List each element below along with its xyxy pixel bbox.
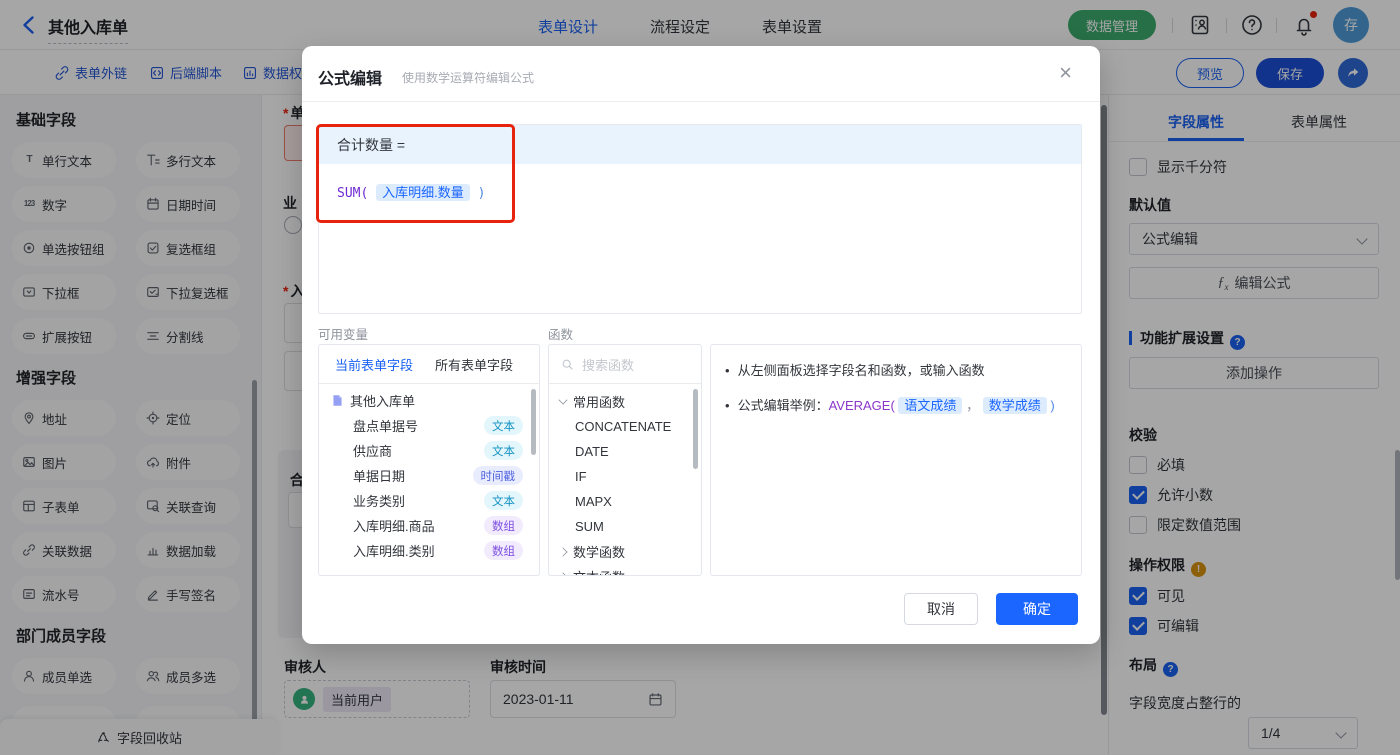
type-badge: 时间戳 [472,466,523,485]
tab-all-form-fields[interactable]: 所有表单字段 [435,355,513,374]
function-group-text[interactable]: 文本函数 [549,564,701,575]
formula-editor[interactable]: 合计数量 = SUM( 入库明细.数量 ) [318,124,1082,314]
function-item[interactable]: CONCATENATE [549,414,701,439]
example-token: 数学成绩 [982,397,1047,414]
tab-current-form-fields[interactable]: 当前表单字段 [335,355,413,374]
type-badge: 文本 [484,416,523,435]
functions-panel: 搜索函数 常用函数 CONCATENATE DATE IF MAPX SUM 数… [548,344,702,576]
variable-row[interactable]: 单据日期 时间戳 [319,463,539,488]
function-group-common[interactable]: 常用函数 [549,389,701,414]
formula-expression[interactable]: SUM( 入库明细.数量 ) [319,164,1081,219]
variable-row[interactable]: 业务类别 文本 [319,488,539,513]
function-name: SUM( [337,186,369,201]
tips-panel: • 从左侧面板选择字段名和函数，或输入函数 • 公式编辑举例：AVERAGE( 语… [710,344,1082,576]
formula-target-row: 合计数量 = [319,125,1081,164]
variable-row[interactable]: 盘点单据号 文本 [319,413,539,438]
function-group-math[interactable]: 数学函数 [549,539,701,564]
variables-label: 可用变量 [318,328,369,342]
cancel-button[interactable]: 取消 [904,593,978,625]
type-badge: 数组 [484,541,523,560]
function-item[interactable]: MAPX [549,489,701,514]
type-badge: 文本 [484,491,523,510]
tip-line-2: • 公式编辑举例：AVERAGE( 语文成绩 ， 数学成绩 ) [725,397,1055,414]
function-item[interactable]: IF [549,464,701,489]
document-icon [333,395,342,406]
function-search[interactable]: 搜索函数 [549,345,701,384]
variable-tabs: 当前表单字段 所有表单字段 [319,345,539,384]
function-item[interactable]: DATE [549,439,701,464]
modal-title: 公式编辑 [318,71,383,88]
functions-scrollbar[interactable] [693,389,698,469]
functions-label: 函数 [548,328,574,342]
confirm-button[interactable]: 确定 [996,593,1078,625]
variables-panel: 当前表单字段 所有表单字段 其他入库单 盘点单据号 文本 供应商 文本 单据日期 时间… [318,344,540,576]
close-icon[interactable]: × [1059,60,1072,86]
chevron-down-icon [558,395,568,405]
modal-subtitle: 使用数学运算符编辑公式 [402,71,535,85]
formula-editor-modal: 公式编辑 使用数学运算符编辑公式 × 合计数量 = SUM( 入库明细.数量 )… [302,46,1100,644]
tip-line-1: • 从左侧面板选择字段名和函数，或输入函数 [725,363,985,378]
chevron-right-icon [558,546,568,557]
variable-row[interactable]: 供应商 文本 [319,438,539,463]
type-badge: 文本 [484,441,523,460]
variables-scrollbar[interactable] [531,389,536,455]
app-root: 其他入库单 表单设计 流程设定 表单设置 数据管理 存 表单外链 后端脚本 数据… [0,0,1400,755]
example-function-name: AVERAGE( [828,398,895,413]
type-badge: 数组 [484,516,523,535]
tree-root-row[interactable]: 其他入库单 [319,388,539,413]
modal-header-divider [302,101,1100,102]
function-item[interactable]: SUM [549,514,701,539]
example-token: 语文成绩 [898,397,963,414]
field-token[interactable]: 入库明细.数量 [376,184,470,201]
closing-paren: ) [477,186,486,201]
search-icon [562,359,573,370]
search-placeholder: 搜索函数 [582,357,635,373]
variable-row[interactable]: 入库明细.类别 数组 [319,538,539,563]
chevron-right-icon [558,571,568,575]
variable-row[interactable]: 入库明细.商品 数组 [319,513,539,538]
